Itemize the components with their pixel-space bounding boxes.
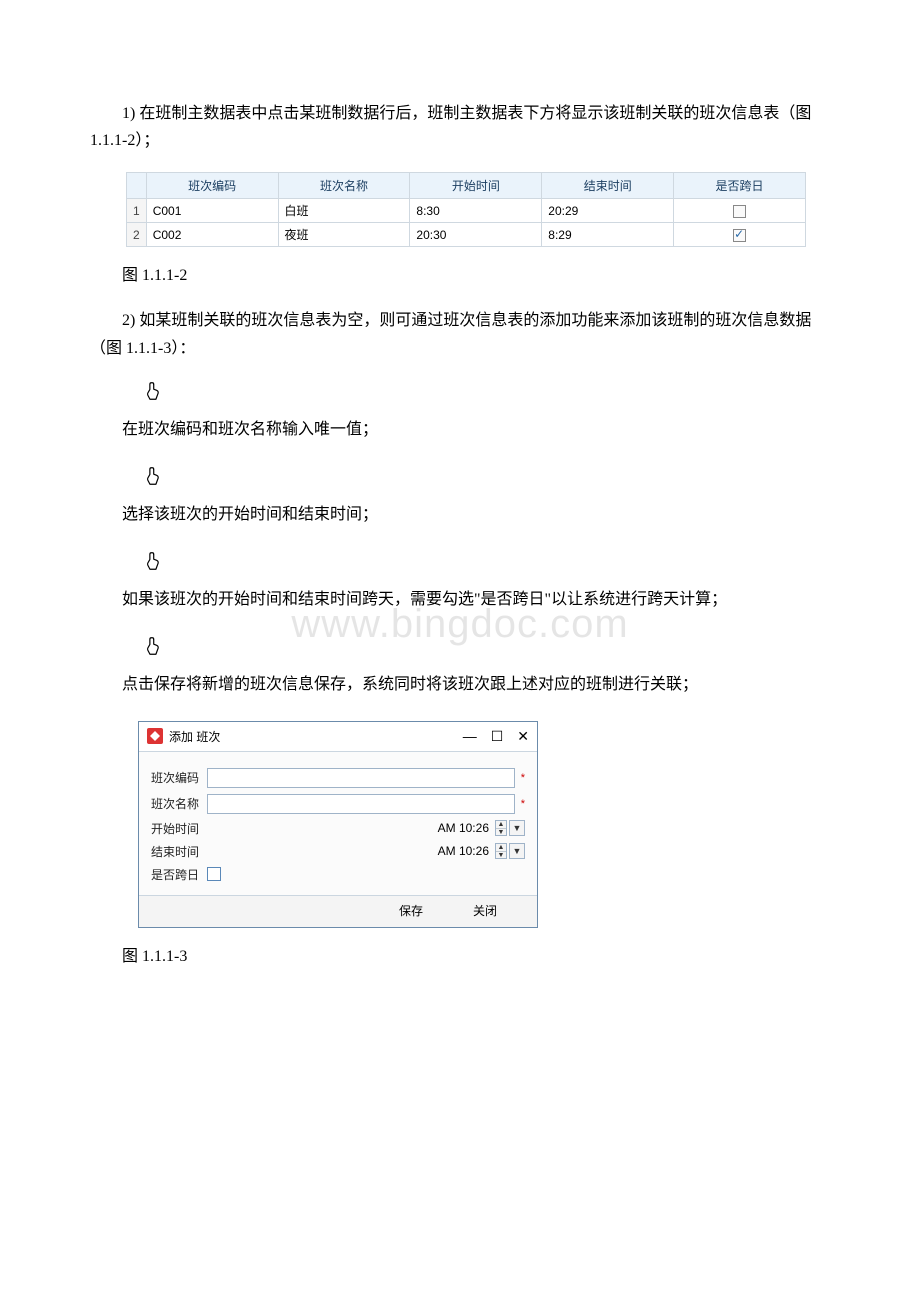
cross-day-checkbox[interactable] xyxy=(733,229,746,242)
col-end: 结束时间 xyxy=(542,173,674,199)
dialog-titlebar[interactable]: 添加 班次 — ☐ ✕ xyxy=(139,722,537,752)
label-shift-name: 班次名称 xyxy=(151,795,207,812)
cell-start: 20:30 xyxy=(410,223,542,247)
chevron-down-icon: ▼ xyxy=(513,846,522,856)
list-item-1: 在班次编码和班次名称输入唯一值； xyxy=(90,416,830,443)
col-cross: 是否跨日 xyxy=(674,173,806,199)
cell-name: 白班 xyxy=(278,199,410,223)
window-minimize-button[interactable]: — xyxy=(463,729,477,743)
hand-bullet-icon xyxy=(144,550,830,572)
save-button[interactable]: 保存 xyxy=(399,902,423,919)
table-row[interactable]: 1 C001 白班 8:30 20:29 xyxy=(127,199,806,223)
cell-name: 夜班 xyxy=(278,223,410,247)
label-start-time: 开始时间 xyxy=(151,820,207,837)
end-time-dropdown[interactable]: ▼ xyxy=(509,843,525,859)
cross-day-checkbox[interactable] xyxy=(207,867,221,881)
add-shift-dialog: 添加 班次 — ☐ ✕ 班次编码 * 班次名称 * 开始时间 AM 10:26 … xyxy=(138,721,538,928)
required-mark: * xyxy=(521,772,525,784)
hand-bullet-icon xyxy=(144,635,830,657)
col-start: 开始时间 xyxy=(410,173,542,199)
list-item-3: 如果该班次的开始时间和结束时间跨天，需要勾选"是否跨日"以让系统进行跨天计算； xyxy=(90,586,830,613)
dialog-title: 添加 班次 xyxy=(169,728,220,745)
spin-down-icon[interactable]: ▼ xyxy=(496,851,506,858)
hand-bullet-icon xyxy=(144,465,830,487)
app-icon xyxy=(147,728,163,744)
end-time-spinner[interactable]: ▲▼ xyxy=(495,843,507,859)
shift-table: 班次编码 班次名称 开始时间 结束时间 是否跨日 1 C001 白班 8:30 … xyxy=(126,172,806,247)
required-mark: * xyxy=(521,798,525,810)
row-index: 1 xyxy=(127,199,147,223)
end-time-value[interactable]: AM 10:26 xyxy=(438,844,489,858)
figure-caption-2: 图 1.1.1-3 xyxy=(90,942,830,966)
spin-down-icon[interactable]: ▼ xyxy=(496,828,506,835)
cell-cross xyxy=(674,199,806,223)
label-cross-day: 是否跨日 xyxy=(151,866,207,883)
cell-end: 8:29 xyxy=(542,223,674,247)
table-header-row: 班次编码 班次名称 开始时间 结束时间 是否跨日 xyxy=(127,173,806,199)
window-close-button[interactable]: ✕ xyxy=(517,729,529,743)
input-shift-name[interactable] xyxy=(207,794,515,814)
start-time-dropdown[interactable]: ▼ xyxy=(509,820,525,836)
table-row[interactable]: 2 C002 夜班 20:30 8:29 xyxy=(127,223,806,247)
list-item-2: 选择该班次的开始时间和结束时间； xyxy=(90,501,830,528)
shift-table-figure: 班次编码 班次名称 开始时间 结束时间 是否跨日 1 C001 白班 8:30 … xyxy=(126,172,830,247)
col-code: 班次编码 xyxy=(146,173,278,199)
hand-bullet-icon xyxy=(144,380,830,402)
paragraph-1: 1) 在班制主数据表中点击某班制数据行后，班制主数据表下方将显示该班制关联的班次… xyxy=(90,100,830,154)
paragraph-2: 2) 如某班制关联的班次信息表为空，则可通过班次信息表的添加功能来添加该班制的班… xyxy=(90,307,830,361)
cell-code: C001 xyxy=(146,199,278,223)
label-end-time: 结束时间 xyxy=(151,843,207,860)
corner-cell xyxy=(127,173,147,199)
row-index: 2 xyxy=(127,223,147,247)
list-item-4: 点击保存将新增的班次信息保存，系统同时将该班次跟上述对应的班制进行关联； xyxy=(90,671,830,698)
cell-code: C002 xyxy=(146,223,278,247)
window-maximize-button[interactable]: ☐ xyxy=(491,729,504,743)
start-time-spinner[interactable]: ▲▼ xyxy=(495,820,507,836)
cell-start: 8:30 xyxy=(410,199,542,223)
input-shift-code[interactable] xyxy=(207,768,515,788)
close-button[interactable]: 关闭 xyxy=(473,902,497,919)
label-shift-code: 班次编码 xyxy=(151,769,207,786)
figure-caption-1: 图 1.1.1-2 xyxy=(90,261,830,285)
col-name: 班次名称 xyxy=(278,173,410,199)
start-time-value[interactable]: AM 10:26 xyxy=(438,821,489,835)
cell-end: 20:29 xyxy=(542,199,674,223)
cell-cross xyxy=(674,223,806,247)
cross-day-checkbox[interactable] xyxy=(733,205,746,218)
spin-up-icon[interactable]: ▲ xyxy=(496,844,506,851)
chevron-down-icon: ▼ xyxy=(513,823,522,833)
spin-up-icon[interactable]: ▲ xyxy=(496,821,506,828)
